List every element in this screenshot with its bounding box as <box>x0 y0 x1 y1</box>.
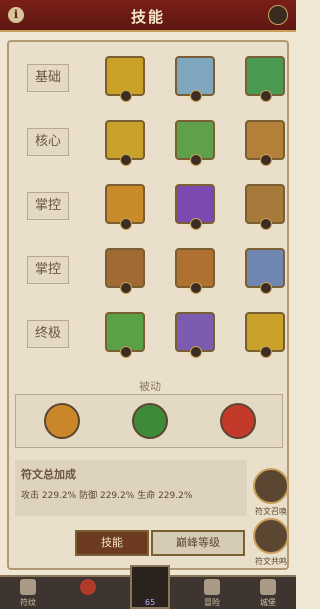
nav-castle[interactable]: 城堡 <box>246 579 290 609</box>
rune-icon <box>190 154 202 166</box>
rune-icon <box>260 282 272 294</box>
skill-slot[interactable] <box>245 120 285 166</box>
defense-value: 229.2% <box>99 491 135 501</box>
skill-slot[interactable] <box>105 56 145 102</box>
hp-value: 229.2% <box>158 491 193 501</box>
attack-value: 229.2% <box>41 491 77 501</box>
bonus-stats: 攻击 229.2% 防御 229.2% 生命 229.2% <box>21 488 192 501</box>
rune-bonus-box: 符文总加成 攻击 229.2% 防御 229.2% 生命 229.2% <box>15 460 247 516</box>
defense-label: 防御 <box>79 491 98 501</box>
rune-icon <box>120 282 132 294</box>
hp-label: 生命 <box>137 491 156 501</box>
map-icon <box>204 579 220 595</box>
skill-row-mastery-1: 掌控 <box>19 180 285 236</box>
leaf-passive-icon[interactable] <box>132 403 168 439</box>
skill-slot[interactable] <box>105 248 145 294</box>
page-title: 技能 <box>130 8 165 26</box>
tab-peak-level[interactable]: 巅峰等级 <box>151 530 245 556</box>
rune-nav-icon <box>20 579 36 595</box>
rune-summon-label: 符文召唤 <box>255 507 287 516</box>
rune-icon <box>260 90 272 102</box>
tab-skills[interactable]: 技能 <box>75 530 149 556</box>
skill-slot[interactable] <box>245 248 285 294</box>
castle-icon <box>260 579 276 595</box>
rune-icon <box>260 346 272 358</box>
skill-slot[interactable] <box>175 56 215 102</box>
rune-icon <box>120 218 132 230</box>
row-label: 掌控 <box>27 192 69 220</box>
nav-runes[interactable]: 符纹 <box>6 579 50 609</box>
rune-summon-button[interactable] <box>253 468 289 504</box>
row-label: 基础 <box>27 64 69 92</box>
skill-row-mastery-2: 掌控 <box>19 244 285 300</box>
skill-slot[interactable] <box>245 312 285 358</box>
close-icon[interactable] <box>268 5 288 25</box>
row-label: 核心 <box>27 128 69 156</box>
rune-icon <box>190 90 202 102</box>
attack-label: 攻击 <box>21 491 40 501</box>
nav-locked[interactable] <box>66 579 110 609</box>
rune-icon <box>120 346 132 358</box>
rune-icon <box>120 90 132 102</box>
skill-slot[interactable] <box>175 120 215 166</box>
skill-slot[interactable] <box>175 184 215 230</box>
skills-panel: 基础 核心 掌控 掌控 终极 被动 符文总加成 攻击 229.2% 防御 229… <box>7 40 289 570</box>
skill-slot[interactable] <box>105 312 145 358</box>
rune-icon <box>260 218 272 230</box>
gem-count: 65 <box>145 598 156 607</box>
ram-passive-icon[interactable] <box>44 403 80 439</box>
rune-resonance-button[interactable] <box>253 518 289 554</box>
nav-adventure[interactable]: 冒险 <box>190 579 234 609</box>
skill-slot[interactable] <box>245 56 285 102</box>
rune-icon <box>190 282 202 294</box>
skill-slot[interactable] <box>245 184 285 230</box>
bonus-title: 符文总加成 <box>21 468 76 481</box>
skill-slot[interactable] <box>175 312 215 358</box>
row-label: 掌控 <box>27 256 69 284</box>
skill-slot[interactable] <box>175 248 215 294</box>
rune-icon <box>120 154 132 166</box>
locked-icon <box>80 579 96 595</box>
rune-resonance-label: 符文共鸣 <box>255 557 287 566</box>
passive-skills-box <box>15 394 283 448</box>
fire-passive-icon[interactable] <box>220 403 256 439</box>
skill-row-ultimate: 终极 <box>19 308 285 364</box>
rune-icon <box>190 218 202 230</box>
header-bar: i 技能 <box>0 0 296 32</box>
skill-row-basic: 基础 <box>19 52 285 108</box>
rune-icon <box>260 154 272 166</box>
rune-icon <box>190 346 202 358</box>
skill-row-core: 核心 <box>19 116 285 172</box>
passive-section-title: 被动 <box>139 380 161 393</box>
skill-slot[interactable] <box>105 120 145 166</box>
skill-slot[interactable] <box>105 184 145 230</box>
row-label: 终极 <box>27 320 69 348</box>
